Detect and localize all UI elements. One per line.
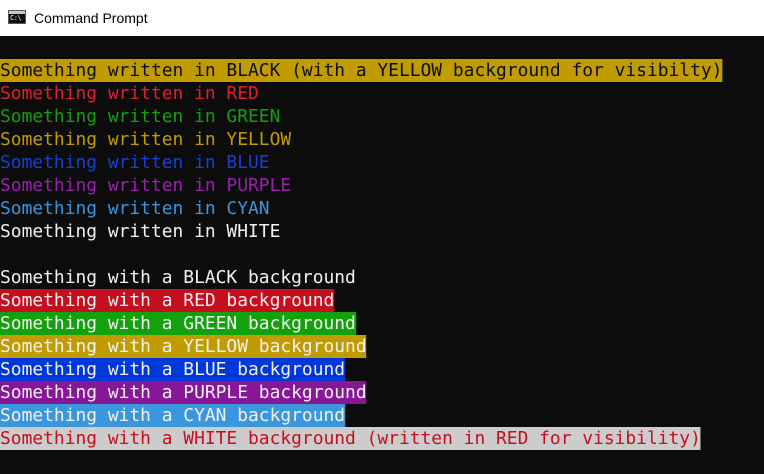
- console-line-text: Something with a BLUE background: [0, 358, 346, 381]
- console-line: Something written in YELLOW: [0, 128, 764, 151]
- window-title: Command Prompt: [34, 10, 148, 26]
- command-prompt-window: C:\ Command Prompt Something written in …: [0, 0, 764, 474]
- console-line-text: Something written in RED: [0, 83, 259, 104]
- console-line-text: Something with a PURPLE background: [0, 381, 367, 404]
- console-line: Something with a YELLOW background: [0, 335, 764, 358]
- console-line-text: Something written in PURPLE: [0, 175, 292, 196]
- console-line-text: Something written in BLUE: [0, 152, 270, 173]
- console-line: Something with a PURPLE background: [0, 381, 764, 404]
- console-line: Something written in WHITE: [0, 220, 764, 243]
- console-line: Something with a BLUE background: [0, 358, 764, 381]
- console-line-text: Something with a RED background: [0, 289, 335, 312]
- console-line: Something written in RED: [0, 82, 764, 105]
- console-line: Something with a CYAN background: [0, 404, 764, 427]
- console-line: Something with a GREEN background: [0, 312, 764, 335]
- console-line: Something with a RED background: [0, 289, 764, 312]
- cmd-icon-glyph: C:\: [10, 14, 22, 22]
- console-line: Something with a WHITE background (writt…: [0, 427, 764, 450]
- console-output[interactable]: Something written in BLACK (with a YELLO…: [0, 59, 764, 474]
- console-line-text: Something written in CYAN: [0, 198, 270, 219]
- console-line-text: Something with a GREEN background: [0, 312, 356, 335]
- console-line-text: Something with a YELLOW background: [0, 335, 367, 358]
- console-line-text: Something written in BLACK (with a YELLO…: [0, 59, 723, 82]
- console-line: Something written in BLUE: [0, 151, 764, 174]
- cmd-icon[interactable]: C:\: [8, 10, 26, 24]
- console-line-text: Something written in YELLOW: [0, 129, 292, 150]
- console-line: Something written in CYAN: [0, 197, 764, 220]
- console-line: Something written in PURPLE: [0, 174, 764, 197]
- console-line-text: Something with a CYAN background: [0, 404, 346, 427]
- console-line-text: Something with a WHITE background (writt…: [0, 427, 701, 450]
- console-line: Something written in GREEN: [0, 105, 764, 128]
- console-line-text: Something written in GREEN: [0, 106, 281, 127]
- console-line: Something with a BLACK background: [0, 266, 764, 289]
- console-line: Something written in BLACK (with a YELLO…: [0, 59, 764, 82]
- console-line-text: Something with a BLACK background: [0, 266, 356, 289]
- title-bar[interactable]: C:\ Command Prompt: [0, 0, 764, 36]
- console-line-text: Something written in WHITE: [0, 221, 281, 242]
